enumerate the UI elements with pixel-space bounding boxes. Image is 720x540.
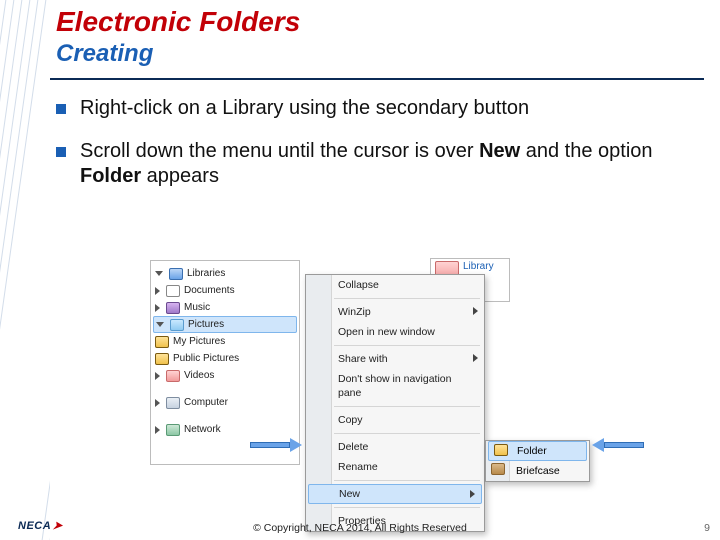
menu-item-new[interactable]: New: [308, 484, 482, 504]
bullet-marker-icon: [56, 104, 66, 114]
chevron-right-icon: [473, 354, 478, 362]
menu-item-delete[interactable]: Delete: [306, 437, 484, 457]
nav-spacer: [151, 384, 299, 394]
menu-item-dont-show-nav[interactable]: Don't show in navigation pane: [306, 369, 484, 403]
screenshot-figure: Library Libraries Documents Music Pi: [150, 260, 650, 490]
page-number: 9: [704, 522, 710, 534]
nav-label: Public Pictures: [173, 353, 239, 364]
menu-separator: [334, 507, 480, 508]
documents-icon: [166, 285, 180, 297]
library-tile-label: Library: [463, 261, 494, 272]
nav-label: Documents: [184, 285, 235, 296]
folder-icon: [494, 444, 508, 456]
chevron-right-icon: [470, 490, 475, 498]
nav-item-pictures[interactable]: Pictures: [153, 316, 297, 333]
menu-item-copy[interactable]: Copy: [306, 410, 484, 430]
submenu-new: Folder Briefcase: [485, 440, 590, 482]
nav-label: My Pictures: [173, 336, 225, 347]
chevron-right-icon: [155, 372, 160, 380]
network-icon: [166, 424, 180, 436]
menu-item-rename[interactable]: Rename: [306, 457, 484, 477]
chevron-right-icon: [155, 287, 160, 295]
menu-separator: [334, 406, 480, 407]
decor-lines: [0, 0, 50, 540]
nav-label: Videos: [184, 370, 214, 381]
submenu-item-briefcase[interactable]: Briefcase: [486, 461, 589, 481]
menu-item-winzip[interactable]: WinZip: [306, 302, 484, 322]
callout-arrow-icon: [592, 438, 644, 452]
chevron-right-icon: [155, 399, 160, 407]
nav-item-public-pictures[interactable]: Public Pictures: [151, 350, 299, 367]
pictures-icon: [170, 319, 184, 331]
nav-item-computer[interactable]: Computer: [151, 394, 299, 411]
nav-item-network[interactable]: Network: [151, 421, 299, 438]
menu-separator: [334, 345, 480, 346]
computer-icon: [166, 397, 180, 409]
nav-label: Music: [184, 302, 210, 313]
nav-label: Libraries: [187, 268, 225, 279]
copyright-footer: © Copyright, NECA 2014, All Rights Reser…: [0, 522, 720, 534]
menu-separator: [334, 433, 480, 434]
content-area: Right-click on a Library using the secon…: [56, 96, 696, 207]
chevron-right-icon: [155, 304, 160, 312]
nav-label: Network: [184, 424, 221, 435]
libraries-icon: [169, 268, 183, 280]
folder-icon: [155, 336, 169, 348]
slide: Electronic Folders Creating Right-click …: [0, 0, 720, 540]
nav-label: Computer: [184, 397, 228, 408]
nav-item-my-pictures[interactable]: My Pictures: [151, 333, 299, 350]
menu-item-open-new-window[interactable]: Open in new window: [306, 322, 484, 342]
menu-item-collapse[interactable]: Collapse: [306, 275, 484, 295]
chevron-down-icon: [155, 271, 163, 276]
nav-item-music[interactable]: Music: [151, 299, 299, 316]
briefcase-icon: [491, 463, 505, 475]
bullet-marker-icon: [56, 147, 66, 157]
bullet-text: Scroll down the menu until the cursor is…: [80, 139, 696, 189]
nav-label: Pictures: [188, 319, 224, 330]
menu-separator: [334, 480, 480, 481]
submenu-item-folder[interactable]: Folder: [488, 441, 587, 461]
folder-icon: [155, 353, 169, 365]
nav-root[interactable]: Libraries: [151, 265, 299, 282]
nav-item-videos[interactable]: Videos: [151, 367, 299, 384]
nav-item-documents[interactable]: Documents: [151, 282, 299, 299]
menu-item-share-with[interactable]: Share with: [306, 349, 484, 369]
menu-separator: [334, 298, 480, 299]
callout-arrow-icon: [250, 438, 302, 452]
bullet-text: Right-click on a Library using the secon…: [80, 96, 529, 121]
bullet-item: Scroll down the menu until the cursor is…: [56, 139, 696, 189]
bullet-item: Right-click on a Library using the secon…: [56, 96, 696, 121]
navigation-pane: Libraries Documents Music Pictures My Pi…: [150, 260, 300, 465]
chevron-right-icon: [155, 426, 160, 434]
nav-spacer: [151, 411, 299, 421]
videos-icon: [166, 370, 180, 382]
slide-title: Electronic Folders: [56, 6, 300, 38]
chevron-down-icon: [156, 322, 164, 327]
title-rule: [50, 78, 704, 80]
chevron-right-icon: [473, 307, 478, 315]
context-menu: Collapse WinZip Open in new window Share…: [305, 274, 485, 532]
slide-subtitle: Creating: [56, 40, 153, 68]
music-icon: [166, 302, 180, 314]
